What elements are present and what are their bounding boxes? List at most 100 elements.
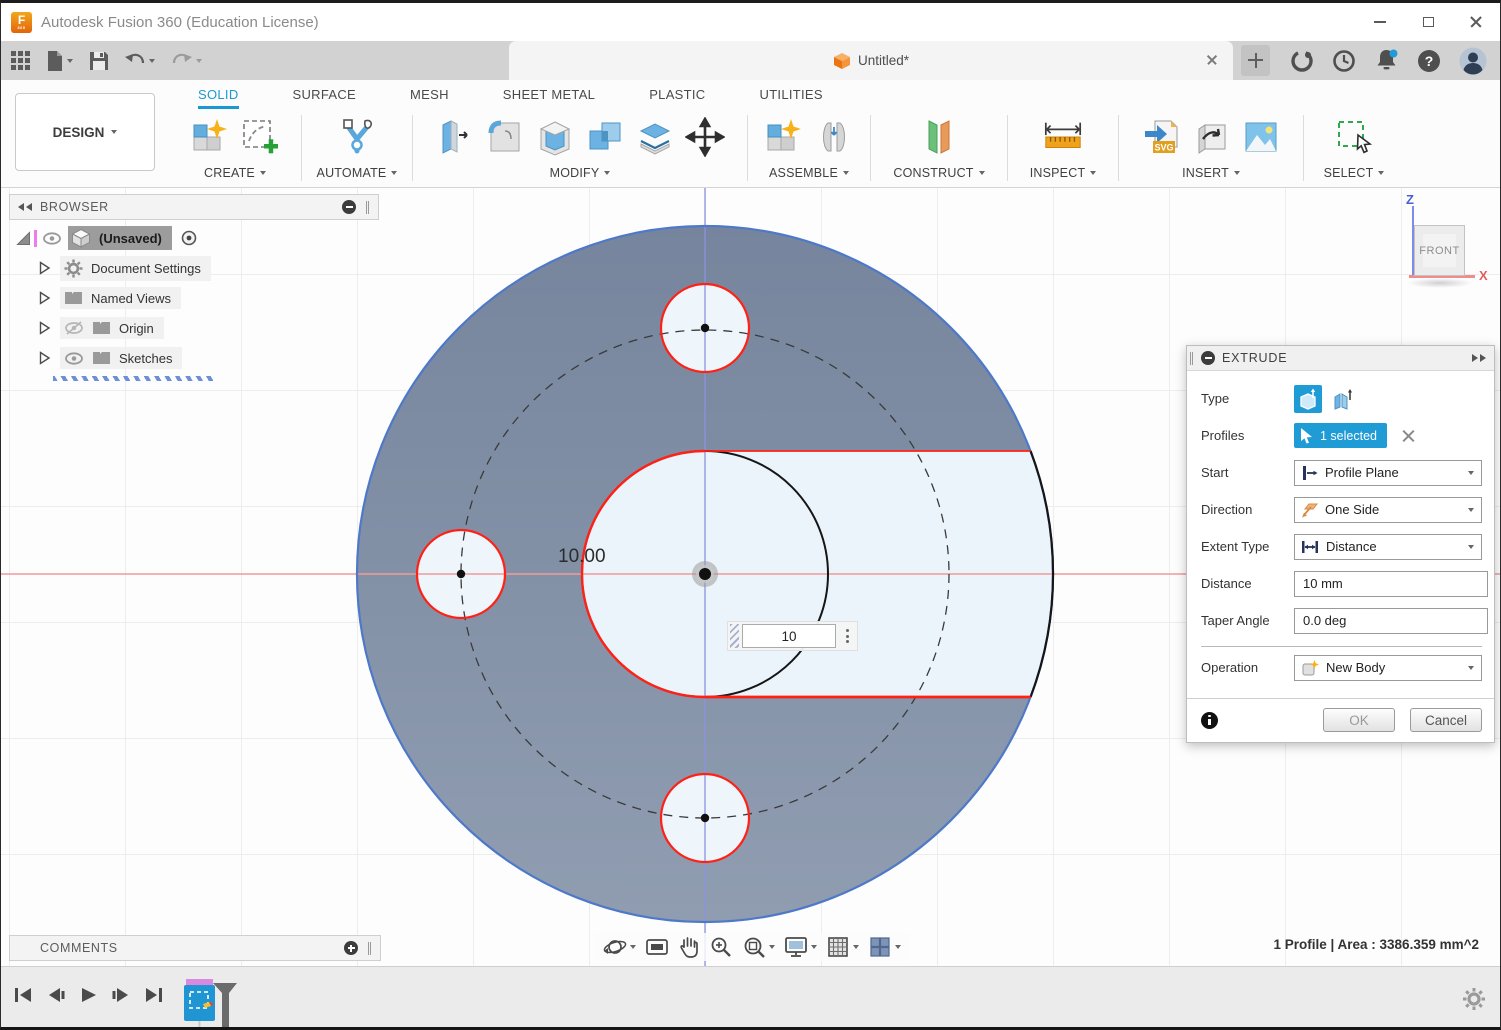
create-form-button[interactable] <box>189 116 231 158</box>
browser-item-document-settings[interactable]: Document Settings <box>37 256 211 280</box>
measure-button[interactable] <box>1042 116 1084 158</box>
taper-angle-input[interactable] <box>1294 608 1488 634</box>
step-forward-button[interactable] <box>112 987 129 1003</box>
notifications-bell-icon[interactable] <box>1373 47 1400 74</box>
visibility-eye-icon[interactable] <box>64 351 84 366</box>
group-label-inspect[interactable]: INSPECT <box>1030 166 1097 180</box>
extrude-dialog-header[interactable]: EXTRUDE <box>1187 346 1494 371</box>
construct-plane-button[interactable] <box>918 116 960 158</box>
direction-select[interactable]: One Side <box>1294 497 1482 523</box>
file-menu-button[interactable] <box>47 51 73 71</box>
insert-mesh-button[interactable] <box>1190 116 1232 158</box>
automate-button[interactable] <box>336 116 378 158</box>
document-tab-close-button[interactable] <box>1205 53 1219 67</box>
tab-solid[interactable]: SOLID <box>198 80 239 109</box>
origin-point[interactable] <box>692 561 718 587</box>
info-icon[interactable] <box>1201 712 1218 729</box>
move-copy-button[interactable] <box>684 116 726 158</box>
modeling-canvas[interactable]: 10.00 BROWSER (Unsav <box>1 188 1501 966</box>
tab-mesh[interactable]: MESH <box>410 80 449 109</box>
go-to-end-button[interactable] <box>144 987 163 1003</box>
group-label-create[interactable]: CREATE <box>204 166 266 180</box>
browser-collapse-all-button[interactable] <box>342 200 356 214</box>
comments-drag-handle[interactable] <box>368 942 371 955</box>
press-pull-button[interactable] <box>434 116 476 158</box>
type-extrude-button[interactable] <box>1294 385 1322 413</box>
expand-caret-icon[interactable] <box>37 260 52 276</box>
fillet-button[interactable] <box>484 116 526 158</box>
document-tab[interactable]: Untitled* <box>509 41 1233 80</box>
minimize-button[interactable] <box>1356 3 1404 41</box>
extent-type-select[interactable]: Distance <box>1294 534 1482 560</box>
dimension-options-menu[interactable] <box>839 629 855 643</box>
select-button[interactable] <box>1333 116 1375 158</box>
dialog-collapse-button[interactable] <box>1201 351 1215 365</box>
job-status-clock-icon[interactable] <box>1331 48 1357 74</box>
undo-button[interactable] <box>125 53 155 69</box>
group-label-assemble[interactable]: ASSEMBLE <box>769 166 849 180</box>
viewports-button[interactable] <box>868 935 901 959</box>
dialog-dock-icon[interactable] <box>1470 354 1486 362</box>
timeline-settings-button[interactable] <box>1462 987 1486 1016</box>
close-button[interactable] <box>1452 3 1500 41</box>
new-tab-button[interactable] <box>1241 45 1270 76</box>
offset-face-button[interactable] <box>634 116 676 158</box>
tab-utilities[interactable]: UTILITIES <box>760 80 823 109</box>
redo-button[interactable] <box>172 53 202 69</box>
browser-item-sketches[interactable]: Sketches <box>37 346 211 370</box>
browser-root-row[interactable]: (Unsaved) <box>15 226 211 250</box>
grid-settings-button[interactable] <box>826 935 859 959</box>
shell-button[interactable] <box>534 116 576 158</box>
pan-button[interactable] <box>678 935 700 959</box>
expand-caret-icon[interactable] <box>37 350 52 366</box>
comments-panel-header[interactable]: COMMENTS <box>9 935 381 961</box>
insert-canvas-button[interactable] <box>1240 116 1282 158</box>
add-comment-button[interactable] <box>344 941 358 955</box>
app-grid-button[interactable] <box>11 51 30 70</box>
joint-button[interactable] <box>813 116 855 158</box>
ok-button[interactable]: OK <box>1323 708 1395 732</box>
tab-sheet-metal[interactable]: SHEET METAL <box>503 80 595 109</box>
group-label-automate[interactable]: AUTOMATE <box>317 166 398 180</box>
timeline-scrubber-marker[interactable] <box>213 983 237 1027</box>
zoom-window-button[interactable] <box>742 935 775 959</box>
clear-selection-button[interactable] <box>1401 428 1416 443</box>
insert-svg-button[interactable]: SVG <box>1140 116 1182 158</box>
operation-select[interactable]: New Body <box>1294 655 1482 681</box>
dialog-drag-handle[interactable] <box>1190 352 1193 365</box>
create-sketch-button[interactable] <box>239 116 281 158</box>
play-button[interactable] <box>80 987 97 1003</box>
save-button[interactable] <box>90 52 108 70</box>
look-at-button[interactable] <box>645 936 669 958</box>
browser-drag-handle[interactable] <box>366 201 369 214</box>
maximize-button[interactable] <box>1404 3 1452 41</box>
viewcube-front-face[interactable]: FRONT <box>1414 225 1465 276</box>
orbit-button[interactable] <box>603 935 636 959</box>
tab-surface[interactable]: SURFACE <box>293 80 357 109</box>
group-label-construct[interactable]: CONSTRUCT <box>893 166 984 180</box>
extensions-icon[interactable] <box>1289 48 1315 74</box>
tab-plastic[interactable]: PLASTIC <box>649 80 705 109</box>
browser-item-named-views[interactable]: Named Views <box>37 286 211 310</box>
workspace-switcher-button[interactable]: DESIGN <box>15 93 155 171</box>
go-to-start-button[interactable] <box>14 987 33 1003</box>
collapse-browser-icon[interactable] <box>18 203 34 211</box>
group-label-select[interactable]: SELECT <box>1324 166 1385 180</box>
display-settings-button[interactable] <box>784 935 817 959</box>
cancel-button[interactable]: Cancel <box>1410 708 1482 732</box>
dimension-label[interactable]: 10.00 <box>558 546 606 567</box>
browser-panel-header[interactable]: BROWSER <box>9 194 379 220</box>
group-label-insert[interactable]: INSERT <box>1182 166 1240 180</box>
group-label-modify[interactable]: MODIFY <box>550 166 611 180</box>
visibility-off-eye-icon[interactable] <box>64 320 84 336</box>
profiles-selected-button[interactable]: 1 selected <box>1294 423 1387 448</box>
new-component-button[interactable] <box>763 116 805 158</box>
dimension-drag-handle[interactable] <box>730 624 739 648</box>
expand-caret-icon[interactable] <box>37 320 52 336</box>
browser-item-origin[interactable]: Origin <box>37 316 211 340</box>
combine-button[interactable] <box>584 116 626 158</box>
start-select[interactable]: Profile Plane <box>1294 460 1482 486</box>
expand-triangle-icon[interactable] <box>15 230 32 247</box>
zoom-button[interactable] <box>709 935 733 959</box>
type-thin-extrude-button[interactable] <box>1328 385 1356 413</box>
